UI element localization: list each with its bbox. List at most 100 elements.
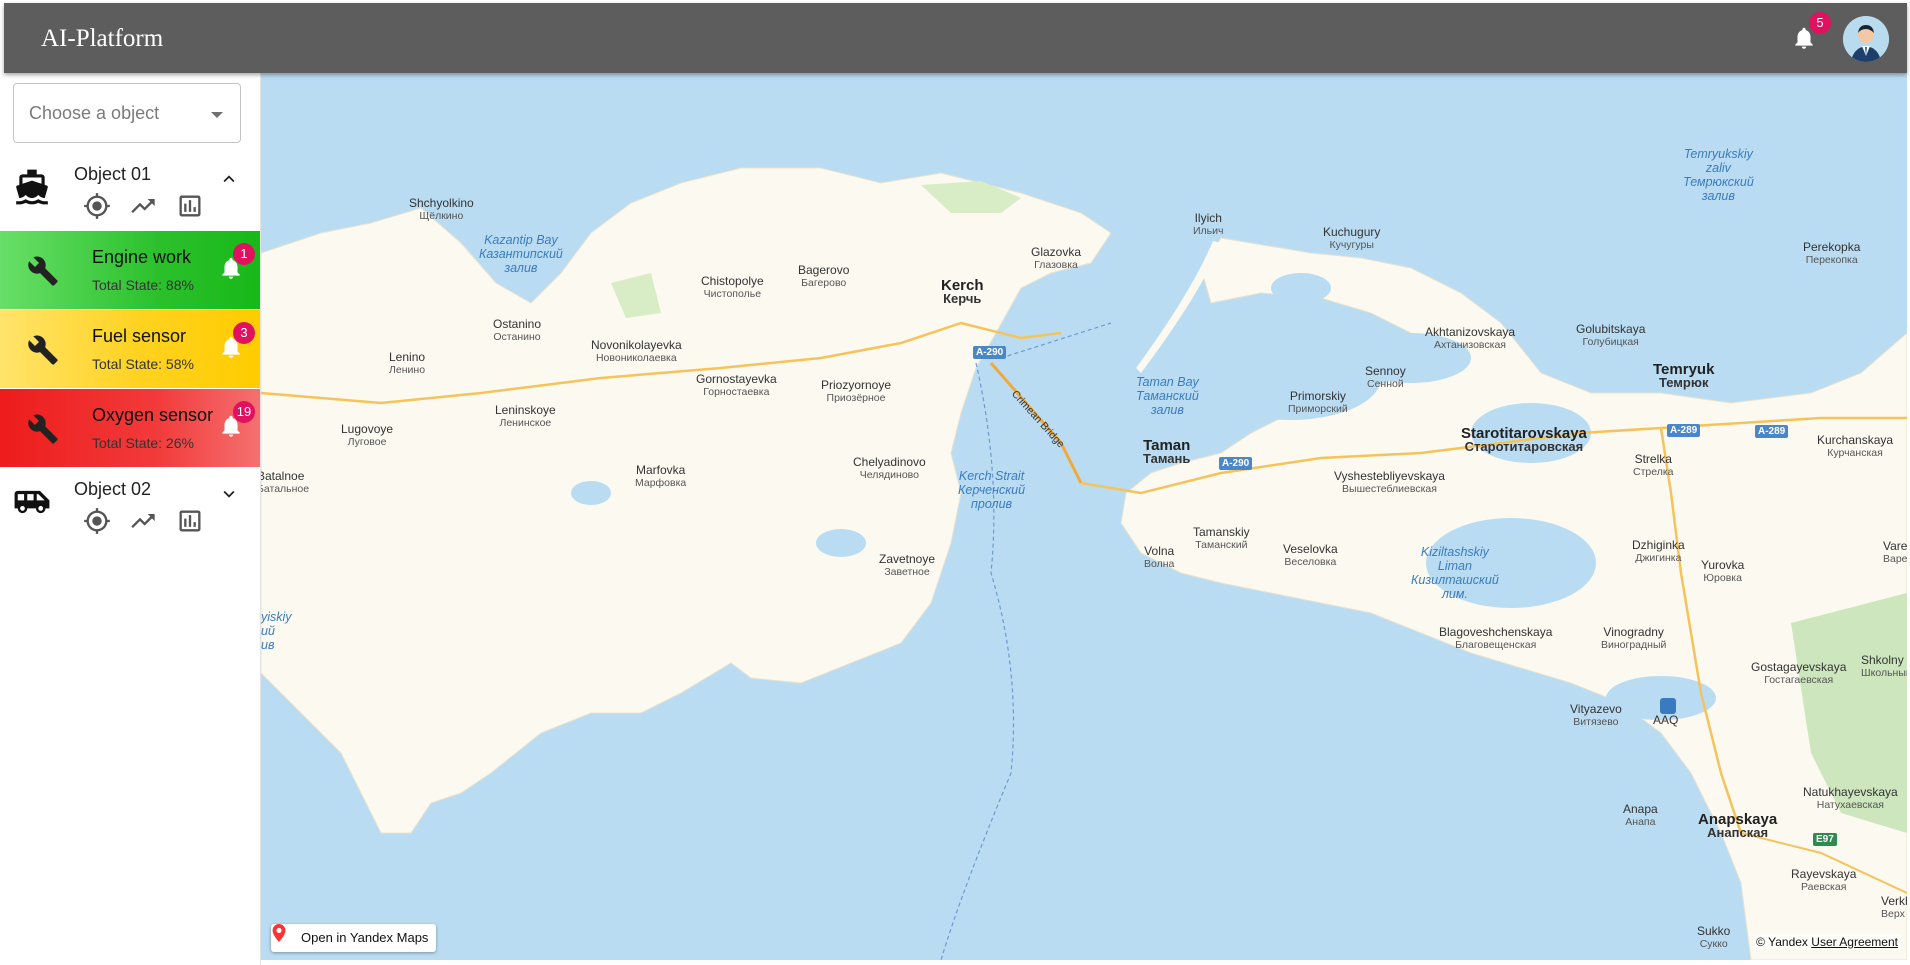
lake-crimea-2	[571, 481, 611, 505]
ferry-line-1	[1000, 322, 1112, 359]
water-label-ru2: Кизилташский	[1411, 573, 1499, 587]
place-label: Blagoveshchenskaya Благовещенская	[1439, 626, 1552, 652]
map-view[interactable]: Kazantip Bay Казантипский залив Temryuks…	[261, 73, 1907, 960]
place-label: Kurchanskaya Курчанская	[1817, 434, 1893, 460]
place-label: Strelka Стрелка	[1633, 453, 1674, 479]
city-name-ru: Керчь	[943, 291, 982, 306]
user-agreement-link[interactable]: User Agreement	[1811, 935, 1898, 949]
user-avatar[interactable]	[1843, 16, 1889, 62]
place-label: Chistopolye Чистополье	[701, 275, 764, 301]
sensor-name: Oxygen sensor	[92, 405, 214, 425]
open-in-yandex-maps-label: Open in Yandex Maps	[301, 930, 429, 945]
place-name: Natukhayevskaya	[1803, 785, 1898, 799]
place-name: Rayevskaya	[1791, 867, 1857, 881]
wrench-icon	[28, 335, 58, 365]
object-select[interactable]: Choose a object	[13, 83, 241, 143]
place-label: Chelyadinovo Челядиново	[853, 456, 926, 482]
sensor-card-fuel-sensor[interactable]: Fuel sensor Total State: 58% 3	[0, 310, 260, 388]
place-label: Vinogradny Виноградный	[1601, 626, 1666, 652]
bar-chart-icon[interactable]	[176, 192, 204, 220]
sensor-alert-badge: 19	[233, 401, 255, 423]
water-label: Temryukskiy zaliv Темрюкский залив	[1683, 147, 1754, 203]
place-name-ru: Батальное	[261, 483, 310, 495]
place-label: Natukhayevskaya Натухаевская	[1803, 786, 1898, 812]
map-canvas[interactable]	[261, 73, 1907, 960]
chevron-down-icon[interactable]	[218, 483, 240, 505]
sensor-alert-badge: 1	[233, 243, 255, 265]
open-in-yandex-maps-button[interactable]: Open in Yandex Maps	[271, 924, 437, 952]
place-label: Glazovka Глазовка	[1031, 246, 1081, 272]
place-name-ru: Заветное	[884, 566, 930, 578]
place-name: Vityazevo	[1570, 702, 1622, 716]
place-label: Akhtanizovskaya Ахтанизовская	[1425, 326, 1515, 352]
place-label: Gostagayevskaya Гостагаевская	[1751, 661, 1846, 687]
city-name-ru: Старотитаровская	[1464, 439, 1584, 454]
ship-icon	[16, 169, 48, 205]
place-name-ru: Вышестеблиевская	[1342, 483, 1437, 495]
place-name: Strelka	[1634, 452, 1672, 466]
place-name: Leninskoye	[495, 403, 556, 417]
trending-up-icon[interactable]	[129, 192, 157, 220]
sensor-total-state: Total State: 26%	[92, 435, 194, 451]
chevron-up-icon[interactable]	[218, 168, 240, 190]
place-label: Vityazevo Витязево	[1570, 703, 1622, 729]
locate-target-icon[interactable]	[83, 507, 111, 535]
place-name: Golubitskaya	[1576, 322, 1646, 336]
water-label-ru2: залив	[504, 261, 538, 275]
place-name: Zavetnoye	[879, 552, 936, 566]
place-label: VerkhВерх	[1881, 895, 1907, 921]
road-badge: E97	[1813, 833, 1837, 846]
place-name: Kurchanskaya	[1817, 433, 1894, 447]
place-name: Lenino	[389, 350, 426, 364]
place-label: Rayevskaya Раевская	[1791, 868, 1856, 894]
road-badge: A-289	[1755, 425, 1789, 438]
water-label: yiskiy ий ив	[261, 610, 292, 652]
place-name: Veselovka	[1283, 542, 1338, 556]
road-badge: A-290	[1219, 457, 1253, 470]
water-label-ru2: залив	[1150, 403, 1184, 417]
place-name-ru: Школьный	[1861, 667, 1907, 679]
sensor-card-engine-work[interactable]: Engine work Total State: 88% 1	[0, 231, 260, 309]
place-name-ru: Челядиново	[859, 469, 919, 481]
water-label: Kiziltashskiy Liman Кизилташский лим.	[1411, 545, 1499, 601]
water-label-ru3: залив	[1701, 189, 1735, 203]
object-name: Object 01	[74, 164, 152, 184]
place-name: Ostanino	[493, 317, 542, 331]
locate-target-icon[interactable]	[83, 192, 111, 220]
trending-up-icon[interactable]	[129, 507, 157, 535]
object-name: Object 02	[74, 479, 152, 499]
place-name-ru: Витязево	[1573, 716, 1619, 728]
place-label: Batalnoe Батальное	[261, 470, 309, 496]
place-name: Verkh	[1881, 894, 1907, 908]
bar-chart-icon[interactable]	[176, 507, 204, 535]
water-label-name: Taman Bay	[1136, 375, 1199, 389]
place-name: Perekopka	[1803, 240, 1861, 254]
place-name: Sennoy	[1365, 364, 1406, 378]
place-name-ru: Анапа	[1625, 816, 1656, 828]
place-label: Leninskoye Ленинское	[495, 404, 556, 430]
place-name: Dzhiginka	[1632, 538, 1685, 552]
place-name: Vinogradny	[1603, 625, 1664, 639]
place-name-ru: Сенной	[1366, 378, 1404, 390]
sensor-total-state: Total State: 58%	[92, 356, 194, 372]
place-name: Blagoveshchenskaya	[1439, 625, 1553, 639]
place-name-ru: Чистополье	[703, 288, 762, 300]
place-label: Bagerovo Багерово	[798, 264, 849, 290]
land-chushka-spit	[1136, 241, 1221, 373]
water-label-ru2: пролив	[971, 497, 1013, 511]
water-label-ru1: ий	[261, 624, 275, 638]
place-name-ru: Натухаевская	[1816, 799, 1884, 811]
water-label: Kazantip Bay Казантипский залив	[479, 233, 563, 275]
object-row-01[interactable]: Object 01	[0, 158, 260, 236]
place-label: Dzhiginka Джигинка	[1632, 539, 1685, 565]
water-label-ru3: лим.	[1441, 587, 1468, 601]
place-name-ru: Перекопка	[1805, 254, 1858, 266]
water-label-name: Kazantip Bay	[484, 233, 558, 247]
place-label: Priozyornoye Приозёрное	[821, 379, 891, 405]
place-name: Kuchugury	[1323, 225, 1381, 239]
city-label: Temryuk Темрюк	[1653, 362, 1714, 389]
place-name: Akhtanizovskaya	[1425, 325, 1516, 339]
object-row-02[interactable]: Object 02	[0, 473, 260, 551]
place-label: Ilyich Ильич	[1193, 212, 1223, 238]
sensor-card-oxygen-sensor[interactable]: Oxygen sensor Total State: 26% 19	[0, 389, 260, 467]
